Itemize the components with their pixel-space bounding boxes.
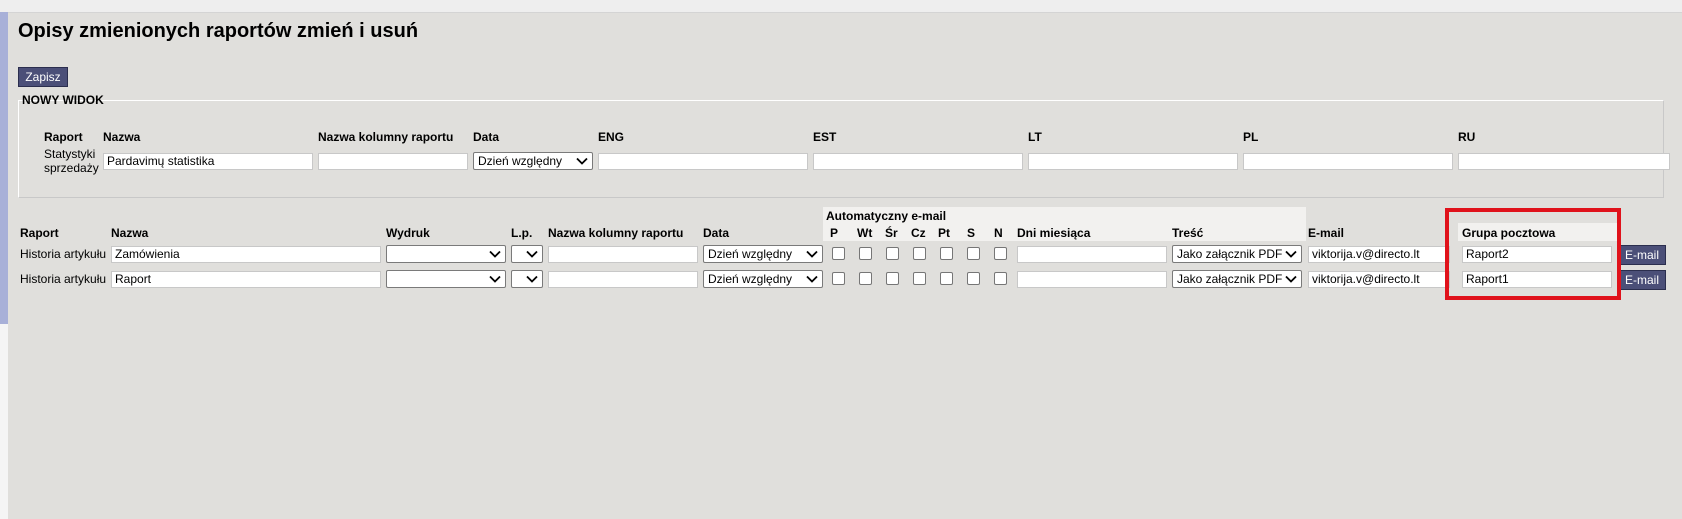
day-checkbox-pt[interactable]	[940, 272, 953, 285]
header-wydruk: Wydruk	[386, 226, 430, 240]
nv-data-select[interactable]: Dzień względny	[473, 152, 593, 170]
day-checkbox-wt[interactable]	[859, 247, 872, 260]
day-checkbox-n[interactable]	[994, 247, 1007, 260]
day-checkbox-cz[interactable]	[913, 247, 926, 260]
nv-header-nazwa: Nazwa	[103, 130, 141, 144]
row-kolumna-input[interactable]	[548, 246, 698, 263]
header-tresc: Treść	[1172, 226, 1204, 240]
nv-nazwa-input[interactable]: Pardavimų statistika	[103, 153, 313, 170]
header-day-n: N	[994, 226, 1003, 240]
nv-est-input[interactable]	[813, 153, 1023, 170]
highlight-box	[1445, 208, 1621, 300]
new-view-label: NOWY WIDOK	[22, 93, 104, 107]
row-email-input[interactable]: viktorija.v@directo.lt	[1308, 246, 1450, 263]
day-checkbox-pt[interactable]	[940, 247, 953, 260]
left-strip-accent	[0, 12, 8, 324]
row-wydruk-select[interactable]	[386, 245, 506, 263]
chevron-down-icon	[489, 250, 501, 258]
day-checkbox-sr[interactable]	[886, 272, 899, 285]
nv-header-ru: RU	[1458, 130, 1476, 144]
row-dni-input[interactable]	[1017, 246, 1167, 263]
header-lp: L.p.	[511, 226, 533, 240]
header-raport: Raport	[20, 226, 59, 240]
nv-header-est: EST	[813, 130, 837, 144]
chevron-down-icon	[806, 250, 818, 258]
top-bar	[0, 0, 1682, 13]
chevron-down-icon	[806, 275, 818, 283]
nv-eng-input[interactable]	[598, 153, 808, 170]
nv-raport-line2: sprzedaży	[44, 161, 99, 175]
header-day-pt: Pt	[938, 226, 950, 240]
header-day-cz: Cz	[911, 226, 926, 240]
nv-raport-line1: Statystyki	[44, 147, 96, 161]
row-tresc-value: Jako załącznik PDF	[1177, 247, 1283, 261]
row-data-select[interactable]: Dzień względny	[703, 270, 823, 288]
row-nazwa-input[interactable]: Zamówienia	[111, 246, 381, 263]
header-day-wt: Wt	[857, 226, 873, 240]
save-button[interactable]: Zapisz	[18, 67, 68, 87]
chevron-down-icon	[526, 250, 538, 258]
nv-header-data: Data	[473, 130, 500, 144]
row-lp-select[interactable]	[511, 245, 543, 263]
chevron-down-icon	[576, 157, 588, 165]
day-checkbox-sr[interactable]	[886, 247, 899, 260]
nv-raport-name: Statystyki sprzedaży	[44, 147, 99, 175]
row-dni-input[interactable]	[1017, 271, 1167, 288]
nv-header-eng: ENG	[598, 130, 625, 144]
header-data: Data	[703, 226, 730, 240]
chevron-down-icon	[526, 275, 538, 283]
row-wydruk-select[interactable]	[386, 270, 506, 288]
row-data-value: Dzień względny	[708, 272, 793, 286]
header-day-sr: Śr	[885, 226, 898, 240]
nv-header-pl: PL	[1243, 130, 1259, 144]
day-checkbox-p[interactable]	[832, 272, 845, 285]
row-raport: Historia artykułu	[20, 247, 107, 261]
day-checkbox-p[interactable]	[832, 247, 845, 260]
nv-lt-input[interactable]	[1028, 153, 1238, 170]
chevron-down-icon	[1285, 250, 1297, 258]
nv-data-value: Dzień względny	[478, 154, 563, 168]
header-kolumna: Nazwa kolumny raportu	[548, 226, 684, 240]
header-dni: Dni miesiąca	[1017, 226, 1091, 240]
auto-email-label: Automatyczny e-mail	[826, 209, 947, 223]
new-view-fieldset	[18, 100, 1664, 198]
nv-header-kolumna: Nazwa kolumny raportu	[318, 130, 454, 144]
nv-header-lt: LT	[1028, 130, 1042, 144]
header-day-s: S	[967, 226, 976, 240]
header-day-p: P	[830, 226, 839, 240]
row-kolumna-input[interactable]	[548, 271, 698, 288]
row-raport: Historia artykułu	[20, 272, 107, 286]
row-tresc-select[interactable]: Jako załącznik PDF	[1172, 245, 1302, 263]
header-email: E-mail	[1308, 226, 1345, 240]
day-checkbox-s[interactable]	[967, 272, 980, 285]
row-lp-select[interactable]	[511, 270, 543, 288]
header-nazwa: Nazwa	[111, 226, 149, 240]
nv-pl-input[interactable]	[1243, 153, 1453, 170]
nv-ru-input[interactable]	[1458, 153, 1670, 170]
row-email-button[interactable]: E-mail	[1618, 245, 1666, 265]
page-title: Opisy zmienionych raportów zmień i usuń	[18, 20, 419, 42]
row-email-input[interactable]: viktorija.v@directo.lt	[1308, 271, 1450, 288]
row-data-value: Dzień względny	[708, 247, 793, 261]
nv-kolumna-input[interactable]	[318, 153, 468, 170]
day-checkbox-n[interactable]	[994, 272, 1007, 285]
day-checkbox-cz[interactable]	[913, 272, 926, 285]
chevron-down-icon	[1285, 275, 1297, 283]
row-nazwa-input[interactable]: Raport	[111, 271, 381, 288]
nv-header-raport: Raport	[44, 130, 83, 144]
row-tresc-value: Jako załącznik PDF	[1177, 272, 1283, 286]
chevron-down-icon	[489, 275, 501, 283]
row-email-button[interactable]: E-mail	[1618, 270, 1666, 290]
day-checkbox-s[interactable]	[967, 247, 980, 260]
day-checkbox-wt[interactable]	[859, 272, 872, 285]
row-data-select[interactable]: Dzień względny	[703, 245, 823, 263]
left-strip	[0, 12, 8, 519]
row-tresc-select[interactable]: Jako załącznik PDF	[1172, 270, 1302, 288]
